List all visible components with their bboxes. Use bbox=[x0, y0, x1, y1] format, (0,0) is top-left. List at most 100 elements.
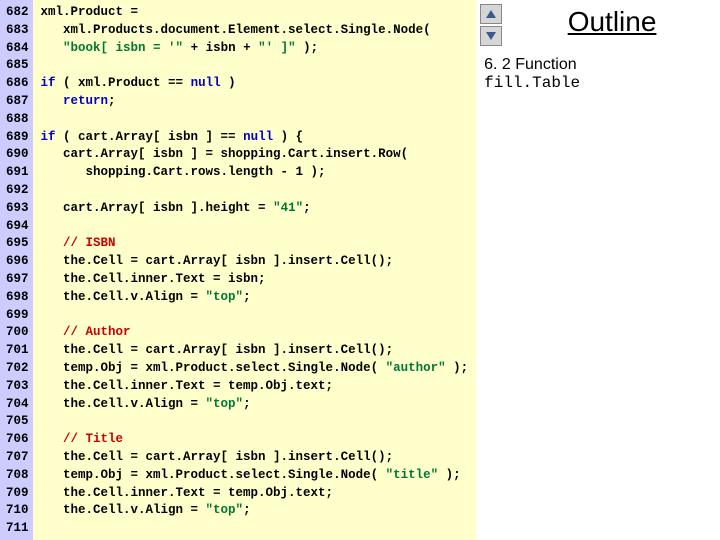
code-token: ) { bbox=[273, 130, 303, 144]
code-token: null bbox=[243, 130, 273, 144]
code-line: "book[ isbn = '" + isbn + "' ]" ); bbox=[41, 40, 469, 58]
code-token: "top" bbox=[206, 290, 244, 304]
code-token: + isbn + bbox=[183, 41, 258, 55]
outline-section-number: 6. 2 Function bbox=[484, 56, 714, 74]
line-number: 696 bbox=[6, 253, 29, 271]
code-line: return; bbox=[41, 93, 469, 111]
code-token: if bbox=[41, 130, 56, 144]
arrow-up-icon bbox=[485, 9, 497, 19]
code-line: // Author bbox=[41, 324, 469, 342]
code-line bbox=[41, 307, 469, 325]
line-number: 707 bbox=[6, 449, 29, 467]
code-token: ( xml.Product == bbox=[56, 76, 191, 90]
code-token: the.Cell.inner.Text = isbn; bbox=[41, 272, 266, 286]
line-number: 703 bbox=[6, 378, 29, 396]
code-token: the.Cell.inner.Text = temp.Obj.text; bbox=[41, 486, 334, 500]
code-token: "title" bbox=[386, 468, 439, 482]
code-token: temp.Obj = xml.Product.select.Single.Nod… bbox=[41, 468, 386, 482]
code-line bbox=[41, 182, 469, 200]
nav-down-button[interactable] bbox=[480, 26, 502, 46]
line-number: 706 bbox=[6, 431, 29, 449]
code-line: the.Cell = cart.Array[ isbn ].insert.Cel… bbox=[41, 342, 469, 360]
line-number: 705 bbox=[6, 413, 29, 431]
code-line: xml.Products.document.Element.select.Sin… bbox=[41, 22, 469, 40]
code-line: if ( cart.Array[ isbn ] == null ) { bbox=[41, 129, 469, 147]
outline-section[interactable]: 6. 2 Function fill.Table bbox=[484, 56, 714, 92]
outline-title[interactable]: Outline bbox=[510, 6, 714, 38]
code-token bbox=[41, 432, 64, 446]
line-number: 710 bbox=[6, 502, 29, 520]
code-editor: 6826836846856866876886896906916926936946… bbox=[0, 0, 476, 540]
code-line bbox=[41, 57, 469, 75]
code-line: the.Cell.inner.Text = temp.Obj.text; bbox=[41, 485, 469, 503]
line-number: 685 bbox=[6, 57, 29, 75]
line-number: 691 bbox=[6, 164, 29, 182]
code-token: // Title bbox=[63, 432, 123, 446]
code-token: ; bbox=[243, 503, 251, 517]
code-token: "41" bbox=[273, 201, 303, 215]
code-token: ( cart.Array[ isbn ] == bbox=[56, 130, 244, 144]
code-token: if bbox=[41, 76, 56, 90]
code-token: the.Cell = cart.Array[ isbn ].insert.Cel… bbox=[41, 450, 394, 464]
code-token: "author" bbox=[386, 361, 446, 375]
code-token: the.Cell.v.Align = bbox=[41, 290, 206, 304]
code-token: ); bbox=[438, 468, 461, 482]
code-token: temp.Obj = xml.Product.select.Single.Nod… bbox=[41, 361, 386, 375]
line-number: 690 bbox=[6, 146, 29, 164]
code-token bbox=[41, 41, 64, 55]
code-line: temp.Obj = xml.Product.select.Single.Nod… bbox=[41, 360, 469, 378]
code-token: return bbox=[63, 94, 108, 108]
code-token: cart.Array[ isbn ] = shopping.Cart.inser… bbox=[41, 147, 409, 161]
code-token: cart.Array[ isbn ].height = bbox=[41, 201, 274, 215]
line-number: 701 bbox=[6, 342, 29, 360]
code-line: shopping.Cart.rows.length - 1 ); bbox=[41, 164, 469, 182]
code-token bbox=[41, 325, 64, 339]
line-number: 692 bbox=[6, 182, 29, 200]
line-number: 694 bbox=[6, 218, 29, 236]
code-line: if ( xml.Product == null ) bbox=[41, 75, 469, 93]
code-token: "book[ isbn = '" bbox=[63, 41, 183, 55]
code-content[interactable]: xml.Product = xml.Products.document.Elem… bbox=[33, 0, 477, 540]
code-token: "top" bbox=[206, 397, 244, 411]
code-token bbox=[41, 94, 64, 108]
code-line: the.Cell.inner.Text = isbn; bbox=[41, 271, 469, 289]
code-line: the.Cell = cart.Array[ isbn ].insert.Cel… bbox=[41, 253, 469, 271]
code-line: the.Cell.v.Align = "top"; bbox=[41, 396, 469, 414]
line-number: 683 bbox=[6, 22, 29, 40]
line-number: 687 bbox=[6, 93, 29, 111]
nav-arrows bbox=[480, 4, 502, 46]
line-number: 689 bbox=[6, 129, 29, 147]
code-token: the.Cell = cart.Array[ isbn ].insert.Cel… bbox=[41, 254, 394, 268]
code-token: xml.Products.document.Element.select.Sin… bbox=[41, 23, 431, 37]
code-line bbox=[41, 413, 469, 431]
code-token: the.Cell.v.Align = bbox=[41, 397, 206, 411]
code-token: ; bbox=[303, 201, 311, 215]
line-number: 709 bbox=[6, 485, 29, 503]
code-line: the.Cell.v.Align = "top"; bbox=[41, 289, 469, 307]
line-number: 682 bbox=[6, 4, 29, 22]
code-token: ; bbox=[108, 94, 116, 108]
code-line: the.Cell.v.Align = "top"; bbox=[41, 502, 469, 520]
nav-up-button[interactable] bbox=[480, 4, 502, 24]
code-line: // ISBN bbox=[41, 235, 469, 253]
code-token: the.Cell.inner.Text = temp.Obj.text; bbox=[41, 379, 334, 393]
code-token: null bbox=[191, 76, 221, 90]
code-token bbox=[41, 236, 64, 250]
line-number: 686 bbox=[6, 75, 29, 93]
line-number: 695 bbox=[6, 235, 29, 253]
arrow-down-icon bbox=[485, 31, 497, 41]
code-token: shopping.Cart.rows.length - 1 ); bbox=[41, 165, 326, 179]
code-token: xml.Product = bbox=[41, 5, 146, 19]
code-line: cart.Array[ isbn ] = shopping.Cart.inser… bbox=[41, 146, 469, 164]
code-line: the.Cell = cart.Array[ isbn ].insert.Cel… bbox=[41, 449, 469, 467]
code-token: // ISBN bbox=[63, 236, 116, 250]
code-token: ; bbox=[243, 397, 251, 411]
code-token: "' ]" bbox=[258, 41, 296, 55]
line-number-gutter: 6826836846856866876886896906916926936946… bbox=[0, 0, 33, 540]
line-number: 693 bbox=[6, 200, 29, 218]
code-token: "top" bbox=[206, 503, 244, 517]
code-token: the.Cell.v.Align = bbox=[41, 503, 206, 517]
code-token: ; bbox=[243, 290, 251, 304]
line-number: 688 bbox=[6, 111, 29, 129]
code-token: the.Cell = cart.Array[ isbn ].insert.Cel… bbox=[41, 343, 394, 357]
